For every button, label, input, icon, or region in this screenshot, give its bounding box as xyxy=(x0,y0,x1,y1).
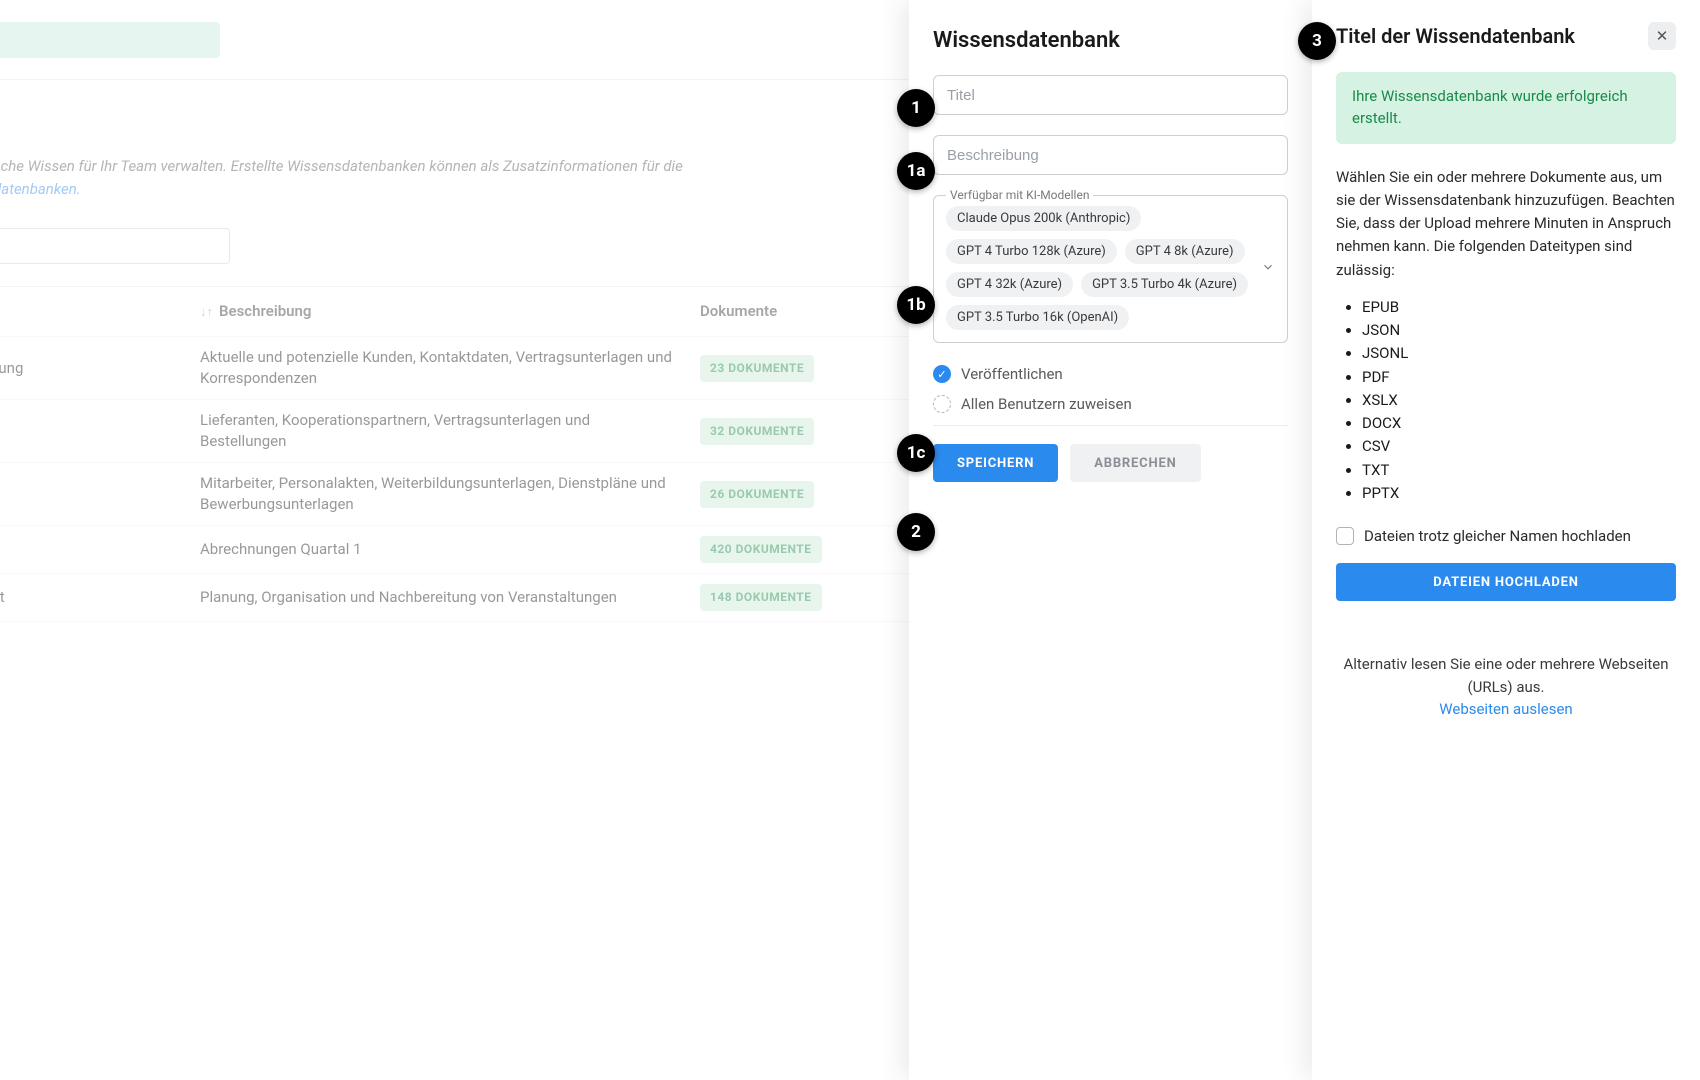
bg-subtitle: Sie das spezifische Wissen für Ihr Team … xyxy=(0,155,900,200)
bg-subtitle-link: en zu Wissensdatenbanken. xyxy=(0,180,81,198)
bg-search-input xyxy=(0,228,230,264)
row-name: 2024 xyxy=(0,539,200,560)
dup-upload-label: Dateien trotz gleicher Namen hochladen xyxy=(1364,527,1631,545)
divider xyxy=(933,425,1288,426)
upload-intro-text: Wählen Sie ein oder mehrere Dokumente au… xyxy=(1336,166,1676,282)
file-type-item: EPUB xyxy=(1362,296,1676,319)
cancel-button[interactable]: ABBRECHEN xyxy=(1070,444,1200,482)
close-icon: ✕ xyxy=(1656,27,1669,45)
step-badge-3: 3 xyxy=(1298,22,1336,60)
sort-icon: ↓↑ xyxy=(200,305,213,320)
left-panel-title: Wissensdatenbank xyxy=(933,28,1288,53)
doc-count-badge: 23 DOKUMENTE xyxy=(700,355,814,382)
row-name: gsmanagement xyxy=(0,587,200,608)
publish-label: Veröffentlichen xyxy=(961,365,1063,383)
doc-count-badge: 32 DOKUMENTE xyxy=(700,418,814,445)
doc-count-badge: 420 DOKUMENTE xyxy=(700,536,822,563)
row-desc: Abrechnungen Quartal 1 xyxy=(200,539,700,560)
checkbox-icon xyxy=(1336,527,1354,545)
bg-th-name: enbank xyxy=(0,301,200,322)
row-desc: Planung, Organisation und Nachbereitung … xyxy=(200,587,700,608)
assign-all-row[interactable]: Allen Benutzern zuweisen xyxy=(933,395,1288,413)
alt-url-text: Alternativ lesen Sie eine oder mehrere W… xyxy=(1336,653,1676,721)
kb-desc-input[interactable] xyxy=(933,135,1288,175)
file-type-item: CSV xyxy=(1362,435,1676,458)
create-kb-panel: Wissensdatenbank Verfügbar mit KI-Modell… xyxy=(909,0,1312,1080)
models-field[interactable]: Verfügbar mit KI-Modellen Claude Opus 20… xyxy=(933,195,1288,343)
bg-header-button xyxy=(0,22,220,58)
row-name: ise und -betreuung xyxy=(0,358,200,379)
file-type-item: JSON xyxy=(1362,319,1676,342)
step-badge-2: 2 xyxy=(897,513,935,551)
file-types-list: EPUBJSONJSONLPDFXSLXDOCXCSVTXTPPTX xyxy=(1336,296,1676,505)
row-desc: Lieferanten, Kooperationspartnern, Vertr… xyxy=(200,410,700,452)
file-type-item: PDF xyxy=(1362,366,1676,389)
step-badge-1b: 1b xyxy=(897,286,935,324)
bg-subtitle-text: Sie das spezifische Wissen für Ihr Team … xyxy=(0,157,683,175)
model-tag[interactable]: GPT 4 Turbo 128k (Azure) xyxy=(946,239,1117,264)
file-type-item: PPTX xyxy=(1362,482,1676,505)
dashed-circle-icon xyxy=(933,395,951,413)
file-type-item: TXT xyxy=(1362,459,1676,482)
file-type-item: DOCX xyxy=(1362,412,1676,435)
model-tag[interactable]: GPT 4 32k (Azure) xyxy=(946,272,1073,297)
model-tag[interactable]: GPT 3.5 Turbo 16k (OpenAI) xyxy=(946,305,1129,330)
publish-row[interactable]: ✓ Veröffentlichen xyxy=(933,365,1288,383)
save-button[interactable]: SPEICHERN xyxy=(933,444,1058,482)
model-tag[interactable]: GPT 4 8k (Azure) xyxy=(1125,239,1245,264)
upload-files-button[interactable]: DATEIEN HOCHLADEN xyxy=(1336,563,1676,601)
chevron-down-icon[interactable] xyxy=(1261,260,1275,278)
read-urls-link[interactable]: Webseiten auslesen xyxy=(1439,700,1572,718)
checkmark-icon: ✓ xyxy=(933,365,951,383)
row-name: und agement xyxy=(0,410,200,452)
model-tag[interactable]: Claude Opus 200k (Anthropic) xyxy=(946,206,1141,231)
file-type-item: JSONL xyxy=(1362,342,1676,365)
right-panel-title: Titel der Wissendatenbank xyxy=(1336,24,1575,48)
file-type-item: XSLX xyxy=(1362,389,1676,412)
doc-count-badge: 148 DOKUMENTE xyxy=(700,584,822,611)
close-button[interactable]: ✕ xyxy=(1648,22,1676,50)
assign-all-label: Allen Benutzern zuweisen xyxy=(961,395,1132,413)
model-tag[interactable]: GPT 3.5 Turbo 4k (Azure) xyxy=(1081,272,1248,297)
bg-th-desc: ↓↑Beschreibung xyxy=(200,301,700,322)
step-badge-1a: 1a xyxy=(897,152,935,190)
row-desc: Aktuelle und potenzielle Kunden, Kontakt… xyxy=(200,347,700,389)
success-banner: Ihre Wissensdatenbank wurde erfolgreich … xyxy=(1336,72,1676,144)
doc-count-badge: 26 DOKUMENTE xyxy=(700,481,814,508)
dup-upload-row[interactable]: Dateien trotz gleicher Namen hochladen xyxy=(1336,527,1676,545)
step-badge-1: 1 xyxy=(897,89,935,127)
kb-title-input[interactable] xyxy=(933,75,1288,115)
row-desc: Mitarbeiter, Personalakten, Weiterbildun… xyxy=(200,473,700,515)
models-legend: Verfügbar mit KI-Modellen xyxy=(946,188,1093,202)
upload-panel: Titel der Wissendatenbank ✕ Ihre Wissens… xyxy=(1312,0,1700,1080)
step-badge-1c: 1c xyxy=(897,434,935,472)
row-name: en xyxy=(0,484,200,505)
